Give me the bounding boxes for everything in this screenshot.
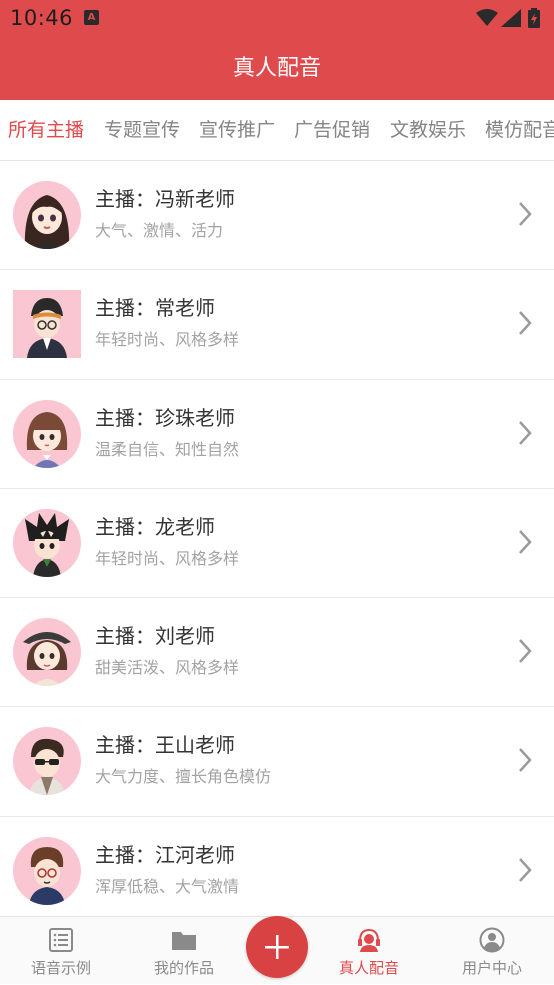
list-item[interactable]: 主播：江河老师 浑厚低稳、大气激情 xyxy=(0,816,554,927)
female-avatar-icon xyxy=(13,399,81,468)
anchor-name: 主播：珍珠老师 xyxy=(95,405,235,430)
chevron-right-icon xyxy=(519,530,532,554)
list-item[interactable]: 主播：冯新老师 大气、激情、活力 xyxy=(0,161,554,271)
anchor-name: 主播：常老师 xyxy=(95,296,215,321)
anchor-name: 主播：刘老师 xyxy=(95,624,215,649)
status-bar: 10:46 A xyxy=(0,0,554,38)
battery-icon xyxy=(528,8,540,28)
nav-label: 我的作品 xyxy=(153,959,214,977)
tab-all-anchors[interactable]: 所有主播 xyxy=(8,100,84,160)
user-icon xyxy=(479,927,505,953)
anchor-description: 大气力度、擅长角色模仿 xyxy=(95,767,272,787)
anchor-name: 主播：江河老师 xyxy=(95,842,235,867)
male-avatar-icon xyxy=(13,836,81,905)
list-item[interactable]: 主播：刘老师 甜美活泼、风格多样 xyxy=(0,598,554,708)
chevron-right-icon xyxy=(519,420,532,445)
tab-imitation-dubbing[interactable]: 模仿配音 xyxy=(485,100,554,160)
headset-icon xyxy=(358,928,380,952)
add-button[interactable] xyxy=(246,916,308,978)
category-tabs: 所有主播 专题宣传 宣传推广 广告促销 文教娱乐 模仿配音 xyxy=(0,100,554,161)
tab-topic-promotion[interactable]: 专题宣传 xyxy=(104,100,180,160)
wifi-icon xyxy=(476,9,498,26)
chevron-right-icon xyxy=(519,857,532,882)
anchor-description: 年轻时尚、风格多样 xyxy=(95,330,240,350)
plus-icon xyxy=(265,935,289,959)
nav-user-center[interactable]: 用户中心 xyxy=(437,917,547,985)
notification-icon: A xyxy=(84,10,99,25)
list-item[interactable]: 主播：龙老师 年轻时尚、风格多样 xyxy=(0,488,554,599)
anchor-description: 温柔自信、知性自然 xyxy=(95,439,240,459)
signal-icon xyxy=(501,9,521,27)
male-avatar-icon xyxy=(13,508,81,577)
nav-real-dubbing[interactable]: 真人配音 xyxy=(314,917,424,985)
tab-culture-entertainment[interactable]: 文教娱乐 xyxy=(390,100,466,160)
chevron-right-icon xyxy=(519,311,532,336)
anchor-name: 主播：王山老师 xyxy=(95,733,235,758)
anchor-name: 主播：冯新老师 xyxy=(95,187,235,211)
chevron-right-icon xyxy=(519,639,532,664)
anchor-description: 年轻时尚、风格多样 xyxy=(95,548,240,568)
male-avatar-icon xyxy=(13,290,81,359)
status-time: 10:46 xyxy=(10,6,74,30)
list-item[interactable]: 主播：珍珠老师 温柔自信、知性自然 xyxy=(0,379,554,489)
anchor-name: 主播：龙老师 xyxy=(95,514,215,539)
chevron-right-icon xyxy=(519,202,532,226)
anchor-list: 主播：冯新老师 大气、激情、活力 主播：常老师 年轻时尚、风格多样 主播：珍珠老… xyxy=(0,161,554,927)
nav-label: 用户中心 xyxy=(461,959,522,977)
list-item[interactable]: 主播：王山老师 大气力度、擅长角色模仿 xyxy=(0,707,554,817)
folder-icon xyxy=(172,932,196,950)
nav-label: 真人配音 xyxy=(338,959,399,977)
anchor-description: 甜美活泼、风格多样 xyxy=(95,658,240,678)
tab-ad-sales[interactable]: 广告促销 xyxy=(294,100,370,160)
anchor-description: 大气、激情、活力 xyxy=(95,221,224,240)
male-avatar-icon xyxy=(13,727,81,796)
page-title: 真人配音 xyxy=(0,38,554,100)
female-avatar-icon xyxy=(13,181,81,249)
tab-publicity[interactable]: 宣传推广 xyxy=(199,100,275,160)
chevron-right-icon xyxy=(519,748,532,773)
list-item[interactable]: 主播：常老师 年轻时尚、风格多样 xyxy=(0,270,554,380)
nav-label: 语音示例 xyxy=(30,959,91,977)
nav-my-works[interactable]: 我的作品 xyxy=(129,917,239,985)
list-icon xyxy=(49,928,73,952)
nav-voice-samples[interactable]: 语音示例 xyxy=(6,917,116,985)
anchor-description: 浑厚低稳、大气激情 xyxy=(95,876,240,896)
female-avatar-icon xyxy=(13,618,81,687)
